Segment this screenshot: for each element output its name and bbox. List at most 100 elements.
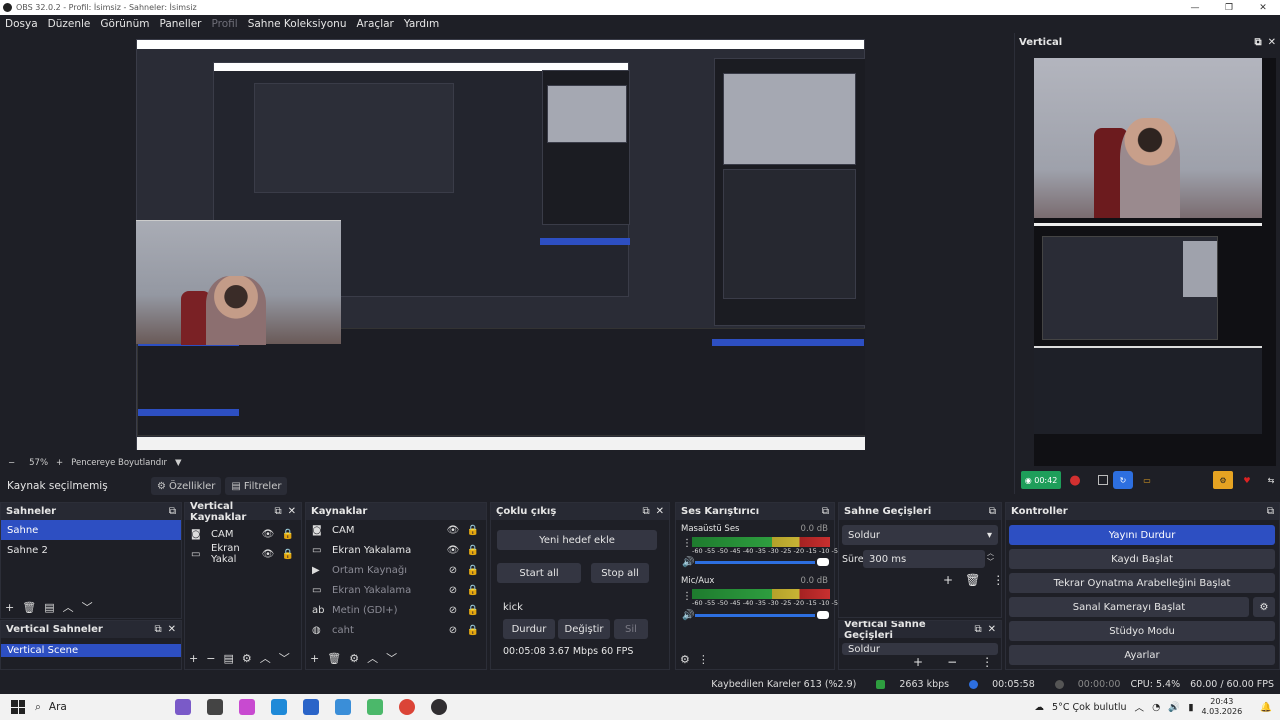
float-icon[interactable]: ⧉ <box>989 506 996 517</box>
obs-taskbar-icon[interactable] <box>430 699 447 715</box>
lock-icon[interactable]: 🔒 <box>281 529 295 540</box>
close-icon[interactable]: ✕ <box>288 506 296 517</box>
close-icon[interactable]: ✕ <box>168 624 176 635</box>
virtual-camera-settings-button[interactable]: ⚙ <box>1253 597 1275 617</box>
zoom-out-button[interactable]: − <box>8 458 15 468</box>
settings-button[interactable]: Ayarlar <box>1009 645 1275 665</box>
menu-docks[interactable]: Paneller <box>154 18 206 30</box>
add-icon[interactable]: + <box>913 655 923 669</box>
store-icon[interactable] <box>302 699 319 715</box>
duration-stepper[interactable]: ︿ ﹀ <box>987 549 994 567</box>
eye-hidden-icon[interactable]: ⊘ <box>446 625 460 636</box>
vertical-settings-button[interactable]: ⚙ <box>1213 471 1233 489</box>
float-icon[interactable]: ⧉ <box>974 624 981 635</box>
vertical-source-item[interactable]: ◙ CAM 👁 🔒 <box>185 524 301 544</box>
clock[interactable]: 20:43 4.03.2026 <box>1201 697 1242 717</box>
float-icon[interactable]: ⧉ <box>642 506 649 517</box>
chevron-up-icon[interactable]: ︿ <box>63 599 74 615</box>
float-icon[interactable]: ⧉ <box>1254 37 1261 48</box>
float-icon[interactable]: ⧉ <box>169 506 176 517</box>
duration-input[interactable]: 300 ms <box>863 550 985 568</box>
chevron-up-icon[interactable]: ︿ <box>1135 700 1145 714</box>
eye-hidden-icon[interactable]: ⊘ <box>446 605 460 616</box>
scene-item[interactable]: Sahne 2 <box>1 540 181 560</box>
source-item[interactable]: ◍ caht ⊘ 🔒 <box>306 620 486 640</box>
menu-scene-collection[interactable]: Sahne Koleksiyonu <box>243 18 352 30</box>
filter-icon[interactable]: ▤ <box>44 601 54 614</box>
share-icon[interactable]: ⇆ <box>1261 471 1280 489</box>
lock-icon[interactable]: 🔒 <box>466 625 480 636</box>
start-record-button[interactable]: Kaydı Başlat <box>1009 549 1275 569</box>
chevron-up-icon[interactable]: ︿ <box>260 650 271 666</box>
vertical-stream-status[interactable]: ◉ 00:42 <box>1021 471 1061 489</box>
stop-stream-button[interactable]: Yayını Durdur <box>1009 525 1275 545</box>
menu-help[interactable]: Yardım <box>399 18 444 30</box>
chevron-down-icon[interactable]: ﹀ <box>82 599 93 615</box>
add-icon[interactable]: + <box>943 573 953 587</box>
filters-button[interactable]: ▤ Filtreler <box>225 477 288 495</box>
change-target-button[interactable]: Değiştir <box>558 619 610 639</box>
eye-icon[interactable]: 👁 <box>446 545 460 556</box>
windows-start-icon[interactable] <box>11 700 25 714</box>
chevron-down-icon[interactable]: ﹀ <box>386 650 397 666</box>
eye-icon[interactable]: 👁 <box>261 529 275 540</box>
add-target-button[interactable]: Yeni hedef ekle <box>497 530 657 550</box>
volume-knob[interactable] <box>817 611 829 619</box>
flowers-widget-icon[interactable] <box>174 699 191 715</box>
channel-menu-icon[interactable]: ⋮ <box>682 538 692 549</box>
studio-mode-button[interactable]: Stüdyo Modu <box>1009 621 1275 641</box>
properties-button[interactable]: ⚙ Özellikler <box>151 477 222 495</box>
wifi-icon[interactable]: ◔ <box>1152 702 1160 713</box>
gear-icon[interactable]: ⚙ <box>242 652 252 665</box>
volume-knob[interactable] <box>817 558 829 566</box>
float-icon[interactable]: ⧉ <box>154 624 161 635</box>
trash-icon[interactable]: 🗑 <box>22 601 36 614</box>
float-icon[interactable]: ⧉ <box>1267 506 1274 517</box>
lock-icon[interactable]: 🔒 <box>281 549 295 560</box>
vertical-stop-button[interactable] <box>1089 471 1109 489</box>
speaker-icon[interactable]: 🔊 <box>682 557 694 568</box>
source-item[interactable]: ▶ Ortam Kaynağı ⊘ 🔒 <box>306 560 486 580</box>
weather-text[interactable]: 5°C Çok bulutlu <box>1052 702 1127 713</box>
vertical-scene-item[interactable]: Vertical Scene <box>1 644 181 657</box>
minus-icon[interactable]: − <box>947 655 957 669</box>
volume-slider[interactable] <box>695 614 815 617</box>
menu-tools[interactable]: Araçlar <box>352 18 399 30</box>
menu-icon[interactable]: ⋮ <box>981 655 993 669</box>
heart-icon[interactable]: ♥ <box>1237 471 1257 489</box>
minus-icon[interactable]: − <box>206 652 215 665</box>
lock-icon[interactable]: 🔒 <box>466 525 480 536</box>
replay-buffer-button[interactable]: Tekrar Oynatma Arabelleğini Başlat <box>1009 573 1275 593</box>
chevron-up-icon[interactable]: ︿ <box>367 650 378 666</box>
fit-window-label[interactable]: Pencereye Boyutlandır <box>71 458 167 468</box>
lock-icon[interactable]: 🔒 <box>466 565 480 576</box>
virtual-camera-button[interactable]: Sanal Kamerayı Başlat <box>1009 597 1249 617</box>
volume-slider[interactable] <box>695 561 815 564</box>
float-icon[interactable]: ⧉ <box>822 506 829 517</box>
menu-icon[interactable]: ⋮ <box>992 573 1004 587</box>
gear-icon[interactable]: ⚙ <box>349 652 359 665</box>
eye-icon[interactable]: 👁 <box>446 525 460 536</box>
copilot-icon[interactable] <box>238 699 255 715</box>
battery-icon[interactable]: ▮ <box>1188 702 1193 713</box>
menu-profile[interactable]: Profil <box>207 18 243 30</box>
eye-icon[interactable]: 👁 <box>261 549 275 560</box>
vertical-transition-select[interactable]: Soldur <box>842 643 998 655</box>
channel-menu-icon[interactable]: ⋮ <box>682 591 692 602</box>
eye-hidden-icon[interactable]: ⊘ <box>446 565 460 576</box>
trash-icon[interactable]: 🗑 <box>965 573 980 587</box>
vertical-camera-button[interactable]: ▭ <box>1137 471 1157 489</box>
mail-icon[interactable] <box>334 699 351 715</box>
notification-icon[interactable]: 🔔 <box>1260 702 1272 713</box>
main-preview-canvas[interactable] <box>136 39 865 450</box>
add-icon[interactable]: + <box>310 652 319 665</box>
lock-icon[interactable]: 🔒 <box>466 585 480 596</box>
vertical-source-item[interactable]: ▭ Ekran Yakal 👁 🔒 <box>185 543 301 565</box>
transition-select[interactable]: Soldur ▾ <box>842 525 998 545</box>
task-view-icon[interactable] <box>206 699 223 715</box>
float-icon[interactable]: ⧉ <box>274 506 281 517</box>
edge-icon[interactable] <box>270 699 287 715</box>
speaker-icon[interactable]: 🔊 <box>682 610 694 621</box>
menu-view[interactable]: Görünüm <box>95 18 154 30</box>
gear-icon[interactable]: ⚙ <box>680 653 690 666</box>
